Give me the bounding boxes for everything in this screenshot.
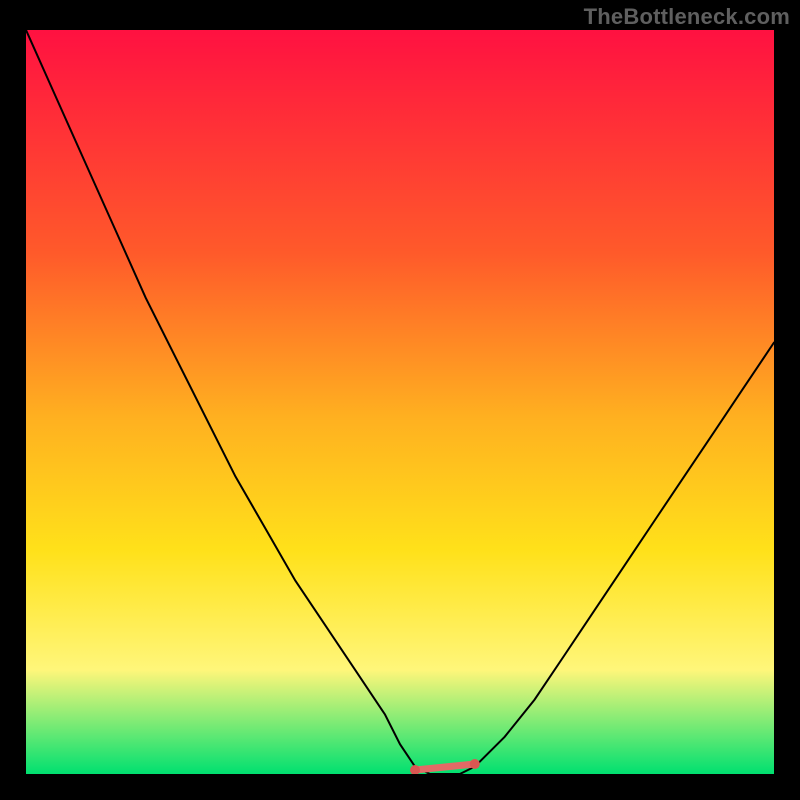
chart-background-gradient: [26, 30, 774, 774]
chart-plot-area: [26, 30, 774, 774]
ideal-zone-marker-right: [470, 759, 480, 769]
chart-frame: TheBottleneck.com: [0, 0, 800, 800]
chart-svg: [26, 30, 774, 774]
watermark-text: TheBottleneck.com: [584, 4, 790, 30]
